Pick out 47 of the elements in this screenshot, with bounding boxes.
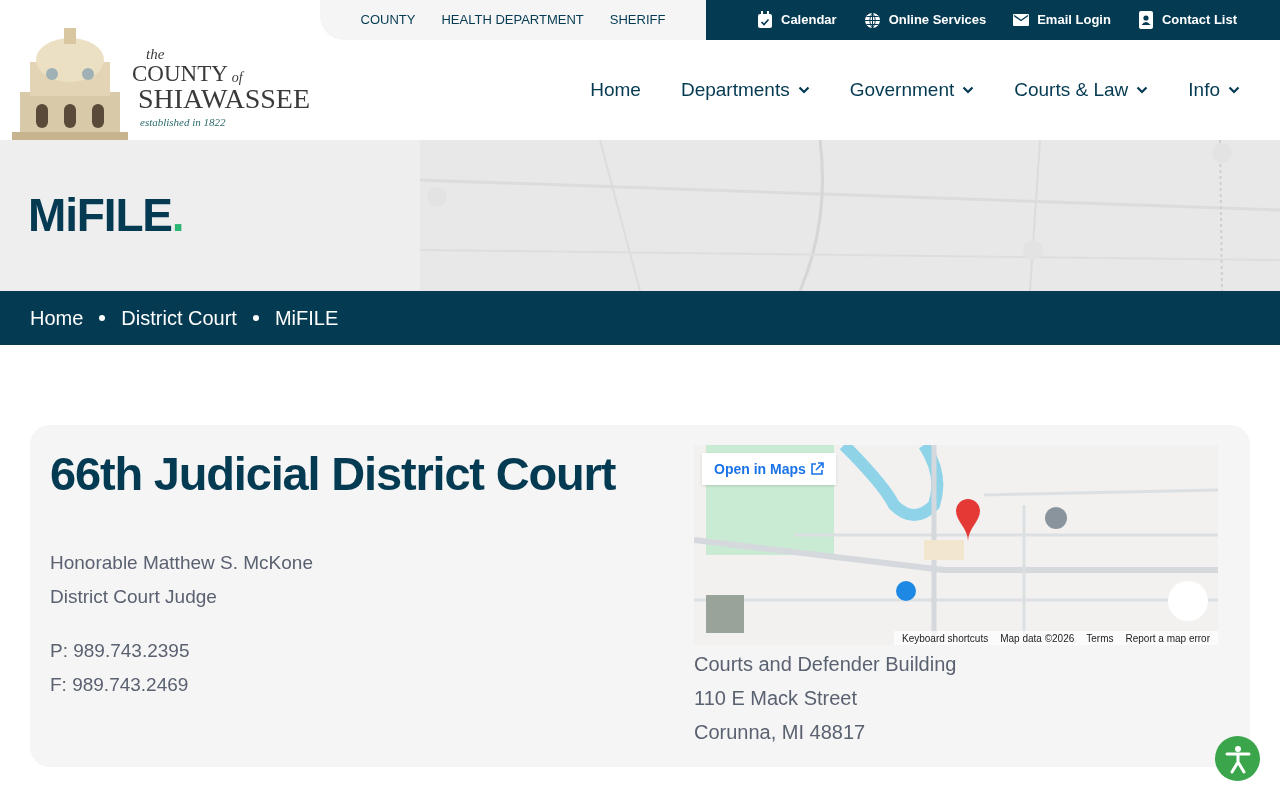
address-line: Courts and Defender Building <box>694 652 958 677</box>
chevron-down-icon <box>797 86 810 94</box>
judge-name: Honorable Matthew S. McKone <box>50 550 314 575</box>
breadcrumb-link[interactable]: District Court <box>121 303 237 333</box>
nav-link[interactable]: Government <box>849 75 975 105</box>
map-link[interactable]: Report a map error <box>1125 630 1210 645</box>
calendar-icon <box>757 11 773 29</box>
top-link[interactable]: SHERIFF <box>609 10 666 30</box>
utility-link[interactable]: Contact List <box>1137 10 1237 30</box>
phone-number: P: 989.743.2395 <box>50 638 191 663</box>
nav-link[interactable]: Departments <box>680 75 810 105</box>
top-link[interactable]: HEALTH DEPARTMENT <box>441 10 584 30</box>
page-title: MiFILE <box>28 189 172 241</box>
globe-icon <box>863 11 881 29</box>
chevron-down-icon <box>1136 86 1149 94</box>
utility-link[interactable]: Calendar <box>757 10 837 30</box>
logo-text: of <box>231 71 243 85</box>
mail-icon <box>1013 14 1030 26</box>
logo-text: SHIAWASSEE <box>137 85 310 113</box>
chevron-down-icon <box>1228 86 1240 94</box>
address-line: Corunna, MI 48817 <box>694 720 867 745</box>
map-link[interactable]: Terms <box>1086 630 1114 645</box>
court-title: 66th Judicial District Court <box>50 446 617 502</box>
chevron-down-icon <box>962 86 975 94</box>
open-in-maps-button[interactable]: Open in Maps <box>702 453 836 485</box>
logo-tagline: established in 1822 <box>139 115 227 128</box>
breadcrumb-link[interactable]: Home <box>30 303 84 333</box>
accessibility-button[interactable] <box>1215 736 1260 781</box>
utility-link[interactable]: Online Services <box>863 10 987 30</box>
map-link[interactable]: Keyboard shortcuts <box>902 630 989 645</box>
breadcrumb-current: MiFILE <box>274 306 339 331</box>
map-attribution: Map data ©2026 <box>1000 631 1075 645</box>
fax-number: F: 989.743.2469 <box>50 672 190 697</box>
nav-link[interactable]: Info <box>1188 75 1240 105</box>
utility-link[interactable]: Email Login <box>1013 10 1111 30</box>
top-link[interactable]: COUNTY <box>360 10 416 30</box>
address-line: 110 E Mack Street <box>694 686 859 711</box>
breadcrumb-separator <box>99 315 106 321</box>
breadcrumb-separator <box>252 315 259 321</box>
logo-text: the <box>145 47 166 62</box>
contact-book-icon <box>1137 11 1154 29</box>
external-link-icon <box>809 462 824 476</box>
title-dot: . <box>171 189 184 241</box>
nav-link[interactable]: Courts & Law <box>1014 75 1149 105</box>
judge-title: District Court Judge <box>50 584 218 609</box>
logo-text: COUNTY <box>132 62 228 85</box>
nav-link[interactable]: Home <box>590 75 641 105</box>
